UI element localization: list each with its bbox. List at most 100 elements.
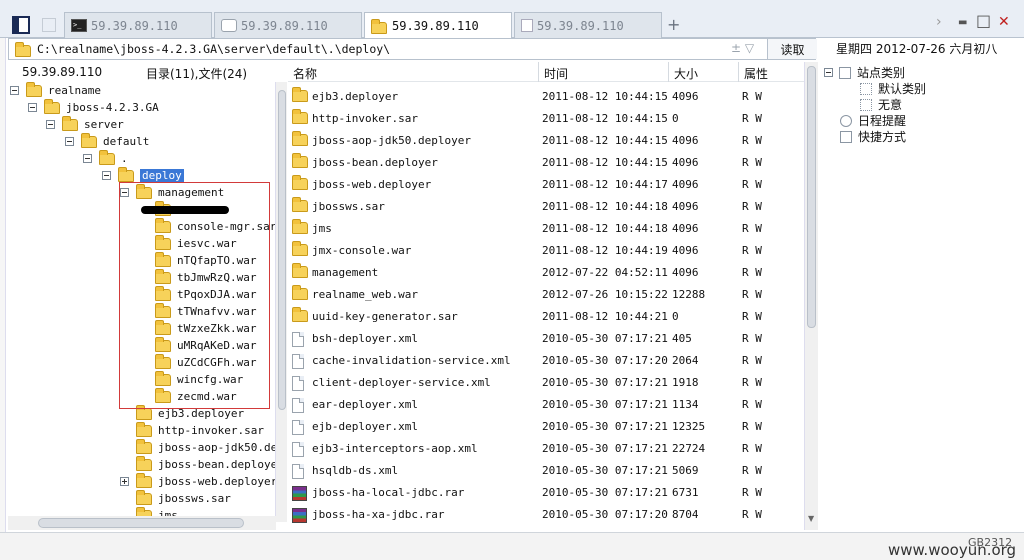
tree-node-realname[interactable]: realname [10, 82, 101, 99]
file-row[interactable]: jmx-console.war 2011-08-12 10:44:19 4096 R … [288, 239, 804, 261]
blank-tab-icon[interactable] [42, 18, 56, 32]
tab-2[interactable]: 59.39.89.110 [214, 12, 362, 38]
file-icon [292, 442, 304, 457]
scrollbar-thumb[interactable] [278, 90, 286, 410]
file-time: 2010-05-30 07:17:20 [542, 508, 668, 521]
file-attr: R W [742, 266, 762, 279]
tree-node-dot[interactable]: . [83, 149, 128, 167]
file-row[interactable]: ear-deployer.xml 2010-05-30 07:17:21 1134 R… [288, 393, 804, 415]
file-row[interactable]: management 2012-07-22 04:52:11 4096 R W [288, 261, 804, 283]
layout-toggle-icon[interactable] [12, 16, 30, 34]
address-arrows-icon[interactable]: ± ▽ [731, 41, 754, 55]
file-row[interactable]: jboss-bean.deployer 2011-08-12 10:44:15 40… [288, 151, 804, 173]
minimize-icon[interactable]: ▬ [958, 17, 967, 28]
file-name: bsh-deployer.xml [312, 332, 418, 345]
folder-icon [81, 132, 97, 148]
file-time: 2011-08-12 10:44:19 [542, 244, 668, 257]
tab-4[interactable]: 59.39.89.110 [514, 12, 662, 38]
file-time: 2011-08-12 10:44:15 [542, 90, 668, 103]
file-row[interactable]: client-deployer-service.xml 2010-05-30 07… [288, 371, 804, 393]
folder-icon [44, 98, 60, 114]
scrollbar-thumb[interactable] [807, 66, 816, 328]
address-path[interactable]: C:\realname\jboss-4.2.3.GA\server\defaul… [37, 42, 390, 56]
file-row[interactable]: uuid-key-generator.sar 2011-08-12 10:44:2… [288, 305, 804, 327]
tree-node[interactable]: jbossws.sar [136, 489, 231, 507]
tree-node-default[interactable]: default [65, 132, 149, 150]
file-row[interactable]: http-invoker.sar 2011-08-12 10:44:15 0 R W [288, 107, 804, 129]
address-bar[interactable]: C:\realname\jboss-4.2.3.GA\server\defaul… [8, 38, 817, 60]
file-time: 2010-05-30 07:17:21 [542, 420, 668, 433]
file-row[interactable]: bsh-deployer.xml 2010-05-30 07:17:21 405 R … [288, 327, 804, 349]
category-icon [860, 82, 872, 95]
maximize-icon[interactable]: □ [976, 11, 991, 30]
shortcuts[interactable]: 快捷方式 [840, 128, 906, 145]
tab-3-active[interactable]: 59.39.89.110 [364, 12, 512, 39]
tree-node-jboss[interactable]: jboss-4.2.3.GA [28, 98, 159, 116]
scroll-down-icon[interactable]: ▼ [808, 514, 814, 523]
column-divider[interactable] [538, 62, 539, 82]
file-name: ejb-deployer.xml [312, 420, 418, 433]
file-time: 2011-08-12 10:44:15 [542, 134, 668, 147]
file-row[interactable]: jboss-ha-local-jdbc.rar 2010-05-30 07:17:… [288, 481, 804, 503]
tree-vertical-scrollbar[interactable] [275, 82, 287, 522]
file-row[interactable]: ejb-deployer.xml 2010-05-30 07:17:21 12325… [288, 415, 804, 437]
file-name: hsqldb-ds.xml [312, 464, 399, 477]
file-row[interactable]: jboss-web.deployer 2011-08-12 10:44:17 409… [288, 173, 804, 195]
file-time: 2010-05-30 07:17:20 [542, 354, 668, 367]
file-name: jms [312, 222, 332, 235]
file-row[interactable]: jbossws.sar 2011-08-12 10:44:18 4096 R W [288, 195, 804, 217]
collapse-icon[interactable] [102, 171, 111, 180]
file-row[interactable]: ejb3.deployer 2011-08-12 10:44:15 4096 R W [288, 85, 804, 107]
tab-label: 59.39.89.110 [91, 18, 178, 33]
file-row[interactable]: ejb3-interceptors-aop.xml 2010-05-30 07:1… [288, 437, 804, 459]
tab-1[interactable]: 59.39.89.110 [64, 12, 212, 38]
collapse-icon[interactable] [824, 68, 833, 77]
collapse-icon[interactable] [10, 86, 19, 95]
tree-node[interactable]: http-invoker.sar [136, 421, 264, 439]
forward-arrow-icon[interactable]: › [936, 14, 942, 30]
collapse-icon[interactable] [46, 120, 55, 129]
file-row[interactable]: jboss-aop-jdk50.deployer 2011-08-12 10:44… [288, 129, 804, 151]
site-category[interactable]: 站点类别 [824, 64, 905, 81]
folder-icon [118, 166, 134, 182]
file-row[interactable]: jboss-ha-xa-jdbc.rar 2010-05-30 07:17:20 8… [288, 503, 804, 525]
file-name: realname_web.war [312, 288, 418, 301]
tree-node-server[interactable]: server [46, 115, 124, 133]
folder-icon [99, 149, 115, 165]
column-time[interactable]: 时间 [544, 65, 568, 82]
tree-horizontal-scrollbar[interactable] [8, 516, 276, 530]
file-size: 5069 [672, 464, 699, 477]
column-divider[interactable] [738, 62, 739, 82]
column-divider[interactable] [668, 62, 669, 82]
expand-icon[interactable] [120, 477, 129, 486]
none-category[interactable]: 无意 [860, 96, 902, 113]
tree-node-jboss-web[interactable]: jboss-web.deployer [120, 472, 277, 490]
file-row[interactable]: jms 2011-08-12 10:44:18 4096 R W [288, 217, 804, 239]
file-name: jmx-console.war [312, 244, 412, 257]
column-attr[interactable]: 属性 [744, 65, 768, 82]
new-tab-button[interactable]: + [667, 15, 680, 34]
file-list-scrollbar[interactable]: ▼ [804, 62, 818, 530]
collapse-icon[interactable] [65, 137, 74, 146]
file-list[interactable]: ejb3.deployer 2011-08-12 10:44:15 4096 R Wh… [288, 85, 804, 525]
read-button[interactable]: 读取 [767, 39, 817, 59]
column-name[interactable]: 名称 [293, 65, 317, 82]
redaction-mark [141, 206, 229, 214]
file-row[interactable]: hsqldb-ds.xml 2010-05-30 07:17:21 5069 R W [288, 459, 804, 481]
file-row[interactable]: cache-invalidation-service.xml 2010-05-30… [288, 349, 804, 371]
column-size[interactable]: 大小 [674, 65, 698, 82]
file-time: 2011-08-12 10:44:21 [542, 310, 668, 323]
default-category[interactable]: 默认类别 [860, 80, 926, 97]
file-name: jboss-bean.deployer [312, 156, 438, 169]
scrollbar-thumb[interactable] [38, 518, 244, 528]
tree-node[interactable]: jboss-aop-jdk50.depl [136, 438, 278, 456]
folder-icon [292, 285, 308, 300]
tree-node[interactable]: jboss-bean.deployer [136, 455, 278, 473]
collapse-icon[interactable] [28, 103, 37, 112]
folder-icon [292, 219, 308, 234]
file-attr: R W [742, 112, 762, 125]
collapse-icon[interactable] [83, 154, 92, 163]
close-icon[interactable]: ✕ [998, 14, 1010, 30]
schedule-reminder[interactable]: 日程提醒 [840, 112, 906, 129]
file-row[interactable]: realname_web.war 2012-07-26 10:15:22 12288… [288, 283, 804, 305]
